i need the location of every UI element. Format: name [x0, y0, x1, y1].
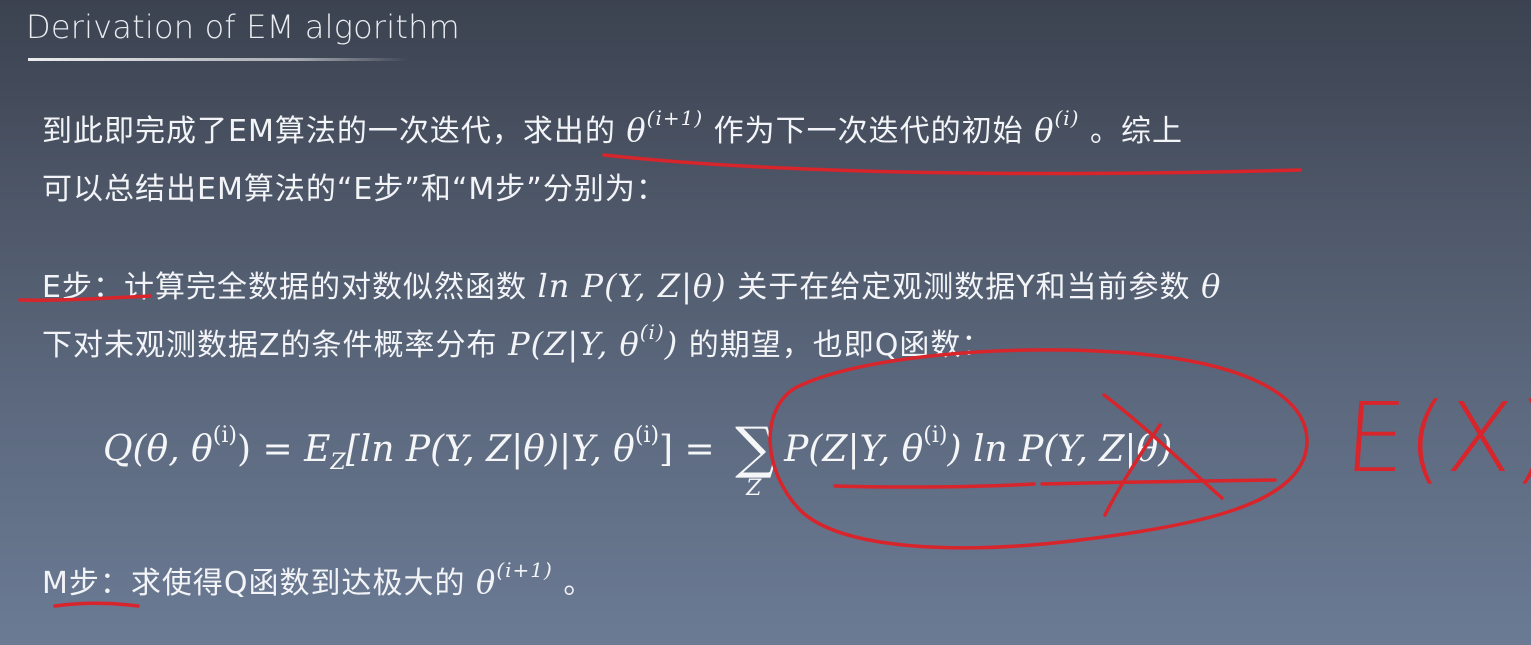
slide-title: Derivation of EM algorithm: [26, 8, 460, 46]
theta-next-mstep: θ(i+1): [476, 558, 553, 601]
log-likelihood-expr: ln P(Y, Z|θ): [537, 267, 727, 305]
underline-conditional-prob-stroke: [833, 482, 1036, 489]
estep-text-b: 关于在给定观测数据Y和当前参数: [726, 270, 1202, 305]
estep-text-d: 的期望，也即Q函数：: [678, 328, 993, 363]
mstep-text-a: 求使得Q函数到达极大的: [130, 566, 477, 601]
underline-log-term-stroke: [1040, 478, 1277, 486]
estep-line2: 下对未观测数据Z的条件概率分布 P(Z|Y, θ(i)) 的期望，也即Q函数：: [42, 320, 992, 364]
estep-line1: E步：计算完全数据的对数似然函数 ln P(Y, Z|θ) 关于在给定观测数据Y…: [42, 262, 1221, 306]
eq-middle: [ln P(Y, Z|θ)|Y, θ: [345, 429, 635, 470]
theta-current-symbol: θ(i): [1034, 106, 1080, 149]
eq-rhs: P(Z|Y, θ: [784, 429, 924, 470]
eq-lhs: Q(θ, θ: [103, 429, 213, 470]
summation-symbol: ∑ Z: [735, 416, 776, 501]
handwritten-note: E(X): [1341, 382, 1531, 494]
title-underline: [28, 58, 408, 61]
mstep-text-b: 。: [552, 566, 595, 601]
para1-line2: 可以总结出EM算法的“E步”和“M步”分别为：: [42, 172, 667, 207]
para1-text-c: 。综上: [1079, 114, 1184, 149]
para1-line1: 到此即完成了EM算法的一次迭代，求出的 θ(i+1) 作为下一次迭代的初始 θ(…: [42, 106, 1183, 150]
para1-text-b: 作为下一次迭代的初始: [703, 114, 1035, 149]
theta-next-symbol: θ(i+1): [626, 106, 704, 149]
eq-expectation: E: [304, 429, 331, 470]
para1-text-a: 到此即完成了EM算法的一次迭代，求出的: [42, 114, 627, 149]
conditional-dist-expr: P(Z|Y, θ(i)): [508, 320, 679, 363]
mstep-label: M步：: [42, 566, 131, 601]
q-function-equation: Q(θ, θ(i)) = EZ[ln P(Y, Z|θ)|Y, θ(i)] = …: [103, 410, 1172, 501]
underline-para1-stroke: [602, 153, 1302, 176]
estep-text-a: 计算完全数据的对数似然函数: [123, 270, 538, 305]
estep-label: E步：: [42, 270, 124, 305]
underline-mstep-label-stroke: [53, 601, 140, 608]
estep-text-c: 下对未观测数据Z的条件概率分布: [42, 328, 509, 363]
theta-param: θ: [1201, 267, 1222, 305]
mstep-line: M步：求使得Q函数到达极大的 θ(i+1) 。: [42, 558, 594, 602]
